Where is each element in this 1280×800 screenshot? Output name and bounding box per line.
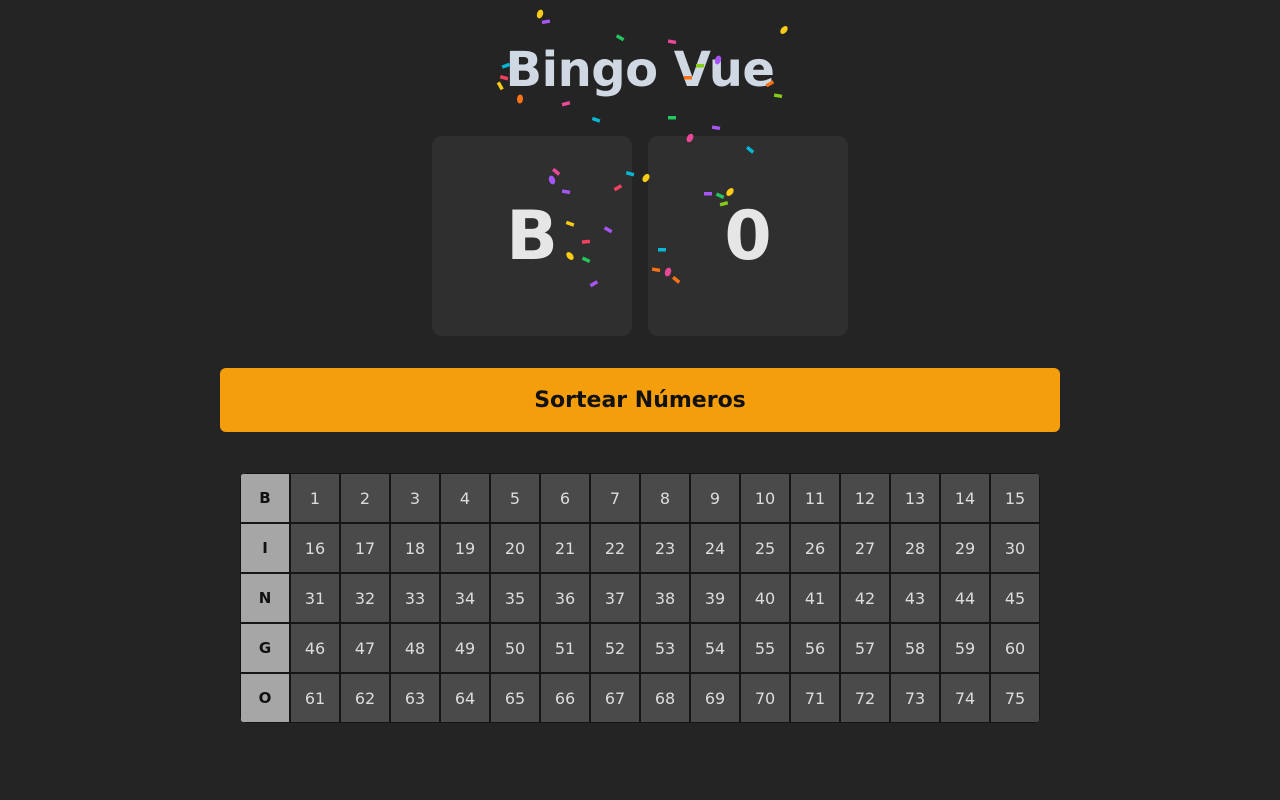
board-number-cell: 26	[790, 523, 840, 573]
board-number-cell: 10	[740, 473, 790, 523]
board-number-cell: 30	[990, 523, 1040, 573]
board-number-cell: 28	[890, 523, 940, 573]
board-row-letter: N	[240, 573, 290, 623]
board-number-cell: 68	[640, 673, 690, 723]
board-number-cell: 2	[340, 473, 390, 523]
board-number-cell: 60	[990, 623, 1040, 673]
confetti-piece	[561, 101, 571, 107]
confetti-piece	[711, 125, 721, 131]
board-number-cell: 11	[790, 473, 840, 523]
board-number-cell: 27	[840, 523, 890, 573]
board-number-cell: 45	[990, 573, 1040, 623]
board-number-cell: 9	[690, 473, 740, 523]
board-row-letter: B	[240, 473, 290, 523]
board-number-cell: 57	[840, 623, 890, 673]
drawn-number: 0	[724, 196, 772, 276]
board-number-cell: 16	[290, 523, 340, 573]
board-number-cell: 3	[390, 473, 440, 523]
board-number-cell: 66	[540, 673, 590, 723]
board-number-cell: 74	[940, 673, 990, 723]
draw-numbers-button[interactable]: Sortear Números	[220, 368, 1060, 432]
board-number-cell: 75	[990, 673, 1040, 723]
board-number-cell: 46	[290, 623, 340, 673]
board-number-cell: 69	[690, 673, 740, 723]
board-number-cell: 33	[390, 573, 440, 623]
board-number-cell: 49	[440, 623, 490, 673]
drawn-letter-card: B	[432, 136, 632, 336]
board-number-cell: 29	[940, 523, 990, 573]
board-number-cell: 50	[490, 623, 540, 673]
confetti-piece	[591, 116, 601, 123]
board-number-cell: 8	[640, 473, 690, 523]
board-number-cell: 71	[790, 673, 840, 723]
board-number-cell: 53	[640, 623, 690, 673]
board-number-cell: 48	[390, 623, 440, 673]
board-number-cell: 67	[590, 673, 640, 723]
board-number-cell: 38	[640, 573, 690, 623]
board-number-cell: 21	[540, 523, 590, 573]
board-number-cell: 51	[540, 623, 590, 673]
board-number-cell: 55	[740, 623, 790, 673]
confetti-piece	[780, 26, 788, 34]
board-number-cell: 37	[590, 573, 640, 623]
board-number-cell: 36	[540, 573, 590, 623]
board-number-cell: 61	[290, 673, 340, 723]
page-title: Bingo Vue	[505, 42, 775, 98]
board-number-cell: 52	[590, 623, 640, 673]
board-row-letter: I	[240, 523, 290, 573]
board-row-letter: O	[240, 673, 290, 723]
board-number-cell: 24	[690, 523, 740, 573]
board-number-cell: 63	[390, 673, 440, 723]
board-number-cell: 54	[690, 623, 740, 673]
board-number-cell: 25	[740, 523, 790, 573]
board-number-cell: 14	[940, 473, 990, 523]
board-number-cell: 64	[440, 673, 490, 723]
drawn-number-card: 0	[648, 136, 848, 336]
confetti-piece	[541, 19, 551, 25]
board-number-cell: 12	[840, 473, 890, 523]
board-number-cell: 42	[840, 573, 890, 623]
board-number-cell: 58	[890, 623, 940, 673]
board-number-cell: 35	[490, 573, 540, 623]
board-number-cell: 40	[740, 573, 790, 623]
board-number-cell: 15	[990, 473, 1040, 523]
board-number-cell: 39	[690, 573, 740, 623]
confetti-piece	[668, 116, 676, 120]
board-number-cell: 18	[390, 523, 440, 573]
drawn-letter: B	[506, 196, 558, 276]
board-number-cell: 43	[890, 573, 940, 623]
board-number-cell: 22	[590, 523, 640, 573]
confetti-piece	[536, 9, 544, 19]
board-number-cell: 6	[540, 473, 590, 523]
board-number-cell: 1	[290, 473, 340, 523]
board-number-cell: 7	[590, 473, 640, 523]
board-number-cell: 44	[940, 573, 990, 623]
board-number-cell: 13	[890, 473, 940, 523]
board-number-cell: 47	[340, 623, 390, 673]
board-row-letter: G	[240, 623, 290, 673]
board-number-cell: 20	[490, 523, 540, 573]
board-number-cell: 23	[640, 523, 690, 573]
board-number-cell: 41	[790, 573, 840, 623]
board-number-cell: 5	[490, 473, 540, 523]
board-number-cell: 31	[290, 573, 340, 623]
board-number-cell: 73	[890, 673, 940, 723]
board-number-cell: 17	[340, 523, 390, 573]
bingo-board: B 1 2 3 4 5 6 7 8 9 10 11 12 13 14 15 I 16 17 18 19 20 21 22 23 2…	[240, 473, 1040, 723]
board-number-cell: 62	[340, 673, 390, 723]
board-number-cell: 65	[490, 673, 540, 723]
board-number-cell: 4	[440, 473, 490, 523]
board-number-cell: 72	[840, 673, 890, 723]
board-number-cell: 70	[740, 673, 790, 723]
board-number-cell: 32	[340, 573, 390, 623]
board-number-cell: 34	[440, 573, 490, 623]
board-number-cell: 59	[940, 623, 990, 673]
confetti-piece	[615, 34, 625, 42]
board-number-cell: 19	[440, 523, 490, 573]
board-number-cell: 56	[790, 623, 840, 673]
